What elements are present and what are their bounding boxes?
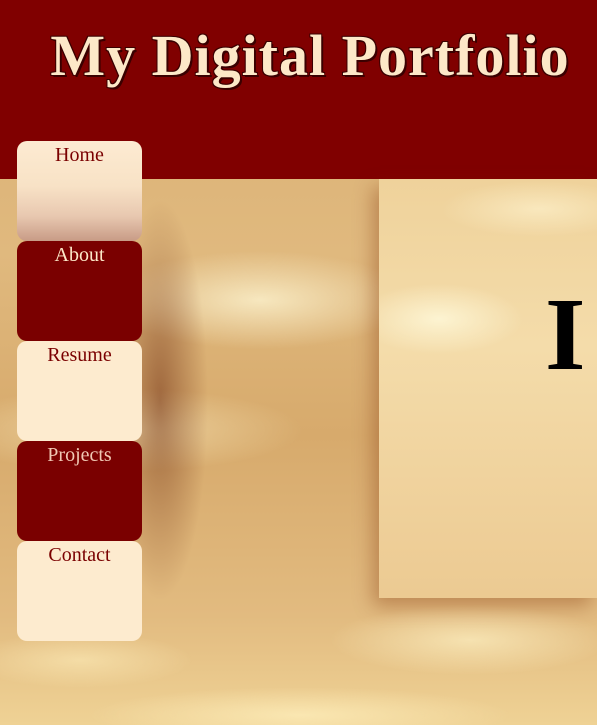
nav-item-projects[interactable]: Projects xyxy=(17,441,142,541)
nav-item-contact[interactable]: Contact xyxy=(17,541,142,641)
nav-item-resume[interactable]: Resume xyxy=(17,341,142,441)
site-title: My Digital Portfolio xyxy=(50,23,570,88)
nav-item-about[interactable]: About xyxy=(17,241,142,341)
nav-item-home[interactable]: Home xyxy=(17,141,142,241)
main-heading: I xyxy=(545,277,586,392)
main-content-panel: I xyxy=(379,179,597,598)
main-nav: Home About Resume Projects Contact xyxy=(17,141,142,641)
sidebar-shadow xyxy=(130,150,250,650)
